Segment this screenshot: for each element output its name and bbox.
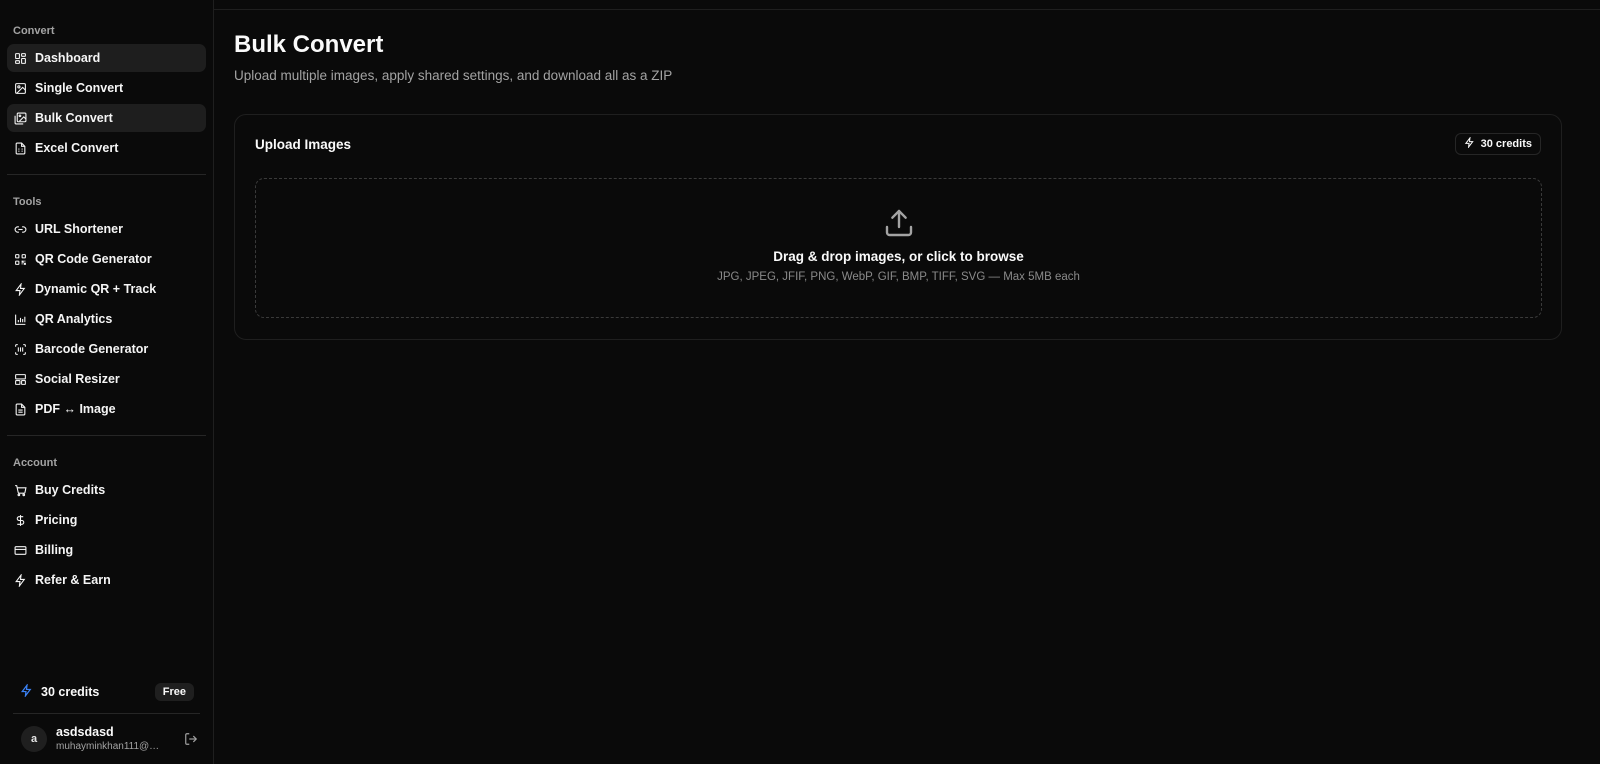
- file-icon: [14, 403, 27, 416]
- sidebar-item-label: Billing: [35, 543, 74, 557]
- sidebar: Convert Dashboard Single Convert Bulk Co…: [0, 0, 214, 764]
- cart-icon: [14, 484, 27, 497]
- main-content: Bulk Convert Upload multiple images, app…: [214, 0, 1600, 764]
- zap-icon: [14, 282, 27, 296]
- section-label-tools: Tools: [13, 196, 42, 208]
- credits-chip: 30 credits: [1454, 133, 1541, 155]
- credit-card-icon: [14, 544, 27, 557]
- app-root: Convert Dashboard Single Convert Bulk Co…: [0, 0, 1600, 764]
- sidebar-item-pricing[interactable]: Pricing: [7, 506, 206, 534]
- sidebar-item-label: Dynamic QR + Track: [35, 282, 157, 296]
- nav-group-account: Buy Credits Pricing Billing Refer & Earn: [7, 476, 206, 594]
- dollar-icon: [14, 514, 27, 527]
- sidebar-item-excel-convert[interactable]: Excel Convert: [7, 134, 206, 162]
- section-label-account: Account: [13, 457, 57, 469]
- sidebar-item-social-resizer[interactable]: Social Resizer: [7, 365, 206, 393]
- sidebar-item-buy-credits[interactable]: Buy Credits: [7, 476, 206, 504]
- credits-summary[interactable]: 30 credits Free: [7, 679, 206, 705]
- user-name: asdsdasd: [56, 725, 114, 739]
- zap-icon: [20, 682, 33, 700]
- dropzone-title: Drag & drop images, or click to browse: [773, 249, 1024, 264]
- sidebar-divider: [7, 435, 206, 436]
- sidebar-item-label: Dashboard: [35, 51, 101, 65]
- sidebar-item-label: Buy Credits: [35, 483, 106, 497]
- credits-chip-label: 30 credits: [1480, 138, 1532, 150]
- sidebar-item-pdf-image[interactable]: PDF ↔ Image: [7, 395, 206, 423]
- sidebar-item-label: Social Resizer: [35, 372, 120, 386]
- sidebar-item-label: QR Code Generator: [35, 252, 152, 266]
- credits-balance: 30 credits: [20, 682, 100, 700]
- sidebar-divider: [7, 174, 206, 175]
- top-bar: [214, 0, 1600, 10]
- page-subtitle: Upload multiple images, apply shared set…: [234, 68, 673, 83]
- sidebar-item-label: QR Analytics: [35, 312, 113, 326]
- sidebar-item-label: Single Convert: [35, 81, 124, 95]
- sidebar-item-url-shortener[interactable]: URL Shortener: [7, 215, 206, 243]
- image-dropzone[interactable]: Drag & drop images, or click to browse J…: [255, 178, 1542, 318]
- user-profile: a asdsdasd muhayminkhan111@g...: [7, 714, 206, 764]
- dropzone-hint: JPG, JPEG, JFIF, PNG, WebP, GIF, BMP, TI…: [717, 271, 1080, 283]
- avatar[interactable]: a: [21, 726, 47, 752]
- plan-badge: Free: [154, 683, 194, 701]
- credits-label: 30 credits: [41, 685, 100, 699]
- file-spreadsheet-icon: [14, 142, 27, 155]
- upload-icon: [883, 207, 915, 239]
- nav-group-tools: URL Shortener QR Code Generator Dynamic …: [7, 215, 206, 423]
- sidebar-item-dynamic-qr[interactable]: Dynamic QR + Track: [7, 275, 206, 303]
- images-icon: [14, 112, 27, 125]
- sidebar-item-billing[interactable]: Billing: [7, 536, 206, 564]
- sidebar-item-label: Barcode Generator: [35, 342, 149, 356]
- sidebar-item-qr-analytics[interactable]: QR Analytics: [7, 305, 206, 333]
- zap-icon: [1464, 136, 1475, 151]
- sidebar-item-label: PDF ↔ Image: [35, 402, 116, 416]
- page-title: Bulk Convert: [234, 31, 384, 58]
- sidebar-item-label: URL Shortener: [35, 222, 123, 236]
- sidebar-item-bulk-convert[interactable]: Bulk Convert: [7, 104, 206, 132]
- bar-chart-icon: [14, 313, 27, 326]
- upload-card-header: Upload Images 30 credits: [235, 115, 1561, 173]
- sidebar-item-barcode-generator[interactable]: Barcode Generator: [7, 335, 206, 363]
- qr-code-icon: [14, 253, 27, 266]
- sidebar-item-dashboard[interactable]: Dashboard: [7, 44, 206, 72]
- sidebar-item-label: Excel Convert: [35, 141, 119, 155]
- section-label-convert: Convert: [13, 25, 55, 37]
- sidebar-item-label: Bulk Convert: [35, 111, 113, 125]
- layout-icon: [14, 373, 27, 386]
- logout-icon[interactable]: [184, 732, 198, 746]
- sidebar-item-label: Refer & Earn: [35, 573, 111, 587]
- image-icon: [14, 82, 27, 95]
- upload-card: Upload Images 30 credits Drag & drop ima…: [234, 114, 1562, 340]
- page-header: Bulk Convert Upload multiple images, app…: [214, 10, 1600, 83]
- user-email: muhayminkhan111@g...: [56, 741, 160, 752]
- sidebar-item-label: Pricing: [35, 513, 78, 527]
- sidebar-item-refer-earn[interactable]: Refer & Earn: [7, 566, 206, 594]
- nav-group-convert: Dashboard Single Convert Bulk Convert Ex…: [7, 44, 206, 162]
- zap-icon: [14, 573, 27, 587]
- sidebar-item-qr-code-generator[interactable]: QR Code Generator: [7, 245, 206, 273]
- dashboard-icon: [14, 52, 27, 65]
- link-icon: [14, 223, 27, 236]
- barcode-icon: [14, 343, 27, 356]
- sidebar-footer: 30 credits Free a asdsdasd muhayminkhan1…: [7, 679, 206, 764]
- upload-card-title: Upload Images: [255, 136, 352, 152]
- sidebar-item-single-convert[interactable]: Single Convert: [7, 74, 206, 102]
- user-info: asdsdasd muhayminkhan111@g...: [56, 725, 184, 753]
